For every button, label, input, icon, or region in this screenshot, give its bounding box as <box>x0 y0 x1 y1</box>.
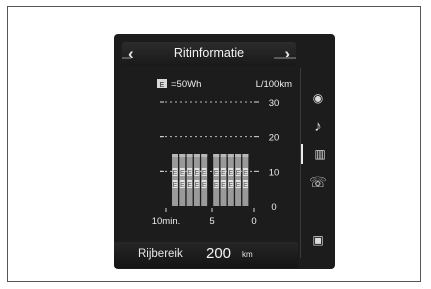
energy-mark-label: E <box>221 170 226 177</box>
phone-icon[interactable]: ☏ <box>301 172 335 192</box>
bar-cap <box>186 154 193 157</box>
energy-mark-label: E <box>202 182 207 189</box>
bar-chart-icon[interactable]: ▥ <box>301 144 335 164</box>
range-unit: km <box>242 250 253 259</box>
bar-cap <box>242 154 249 157</box>
energy-mark-label: E <box>214 170 219 177</box>
energy-mark-label: E <box>180 182 185 189</box>
bar-cap <box>235 154 242 157</box>
y-tick-label: 0 <box>271 202 276 213</box>
range-value: 200 <box>206 245 232 262</box>
energy-mark-label: E <box>202 170 207 177</box>
bar-cap <box>220 154 227 157</box>
energy-mark-label: E <box>173 170 178 177</box>
bar-cap <box>227 154 234 157</box>
energy-mark-label: E <box>236 170 241 177</box>
energy-mark-label: E <box>187 182 192 189</box>
y-tick-label: 10 <box>269 167 280 178</box>
media-icon[interactable]: ▣ <box>301 230 335 250</box>
x-axis-ticks: 10min. 5 0 <box>152 208 257 227</box>
x-tick-label: 5 <box>209 216 214 227</box>
bar-cap <box>193 154 200 157</box>
bar-cap <box>179 154 186 157</box>
navigation-icon[interactable]: ◉ <box>301 88 335 108</box>
energy-mark-label: E <box>173 182 178 189</box>
x-tick-label: 0 <box>251 216 256 227</box>
energy-mark-label: E <box>243 170 248 177</box>
energy-mark-label: E <box>221 182 226 189</box>
y-tick-label: 20 <box>269 133 280 144</box>
energy-mark-label: E <box>236 182 241 189</box>
energy-mark-label: E <box>187 170 192 177</box>
energy-mark-label: E <box>228 170 233 177</box>
energy-mark-label: E <box>214 182 219 189</box>
range-footer: Rijbereik 200 km <box>114 242 298 268</box>
manual-figure-frame: ‹ Ritinformatie › E =50Wh L/100km EEEEEE… <box>7 6 421 282</box>
chart-bars: EEEEEEEEEEEEEEEEEEEE <box>172 154 249 206</box>
y-axis-ticks: 30 20 10 0 <box>269 98 280 213</box>
bar-cap <box>172 154 178 157</box>
music-note-icon[interactable]: ♪ <box>301 116 335 136</box>
energy-mark-label: E <box>180 170 185 177</box>
energy-box-label: E <box>160 82 165 89</box>
energy-mark-label: E <box>243 182 248 189</box>
energy-mark-label: E <box>195 170 200 177</box>
range-label: Rijbereik <box>138 248 183 260</box>
display-screen: ‹ Ritinformatie › E =50Wh L/100km EEEEEE… <box>114 34 335 269</box>
legend: E =50Wh L/100km <box>157 79 292 90</box>
energy-mark-label: E <box>195 182 200 189</box>
energy-mark-label: E <box>228 182 233 189</box>
energy-legend-text: =50Wh <box>171 79 201 90</box>
x-tick-label: 10min. <box>152 216 181 227</box>
unit-label: L/100km <box>256 79 293 90</box>
y-tick-label: 30 <box>269 98 280 109</box>
bar-cap <box>201 154 208 157</box>
sidebar: ◉ ♪ ▥ ☏ ▣ <box>300 68 335 258</box>
consumption-chart: E =50Wh L/100km EEEEEEEEEEEEEEEEEEEE 10m… <box>152 79 292 227</box>
bar-cap <box>213 154 220 157</box>
